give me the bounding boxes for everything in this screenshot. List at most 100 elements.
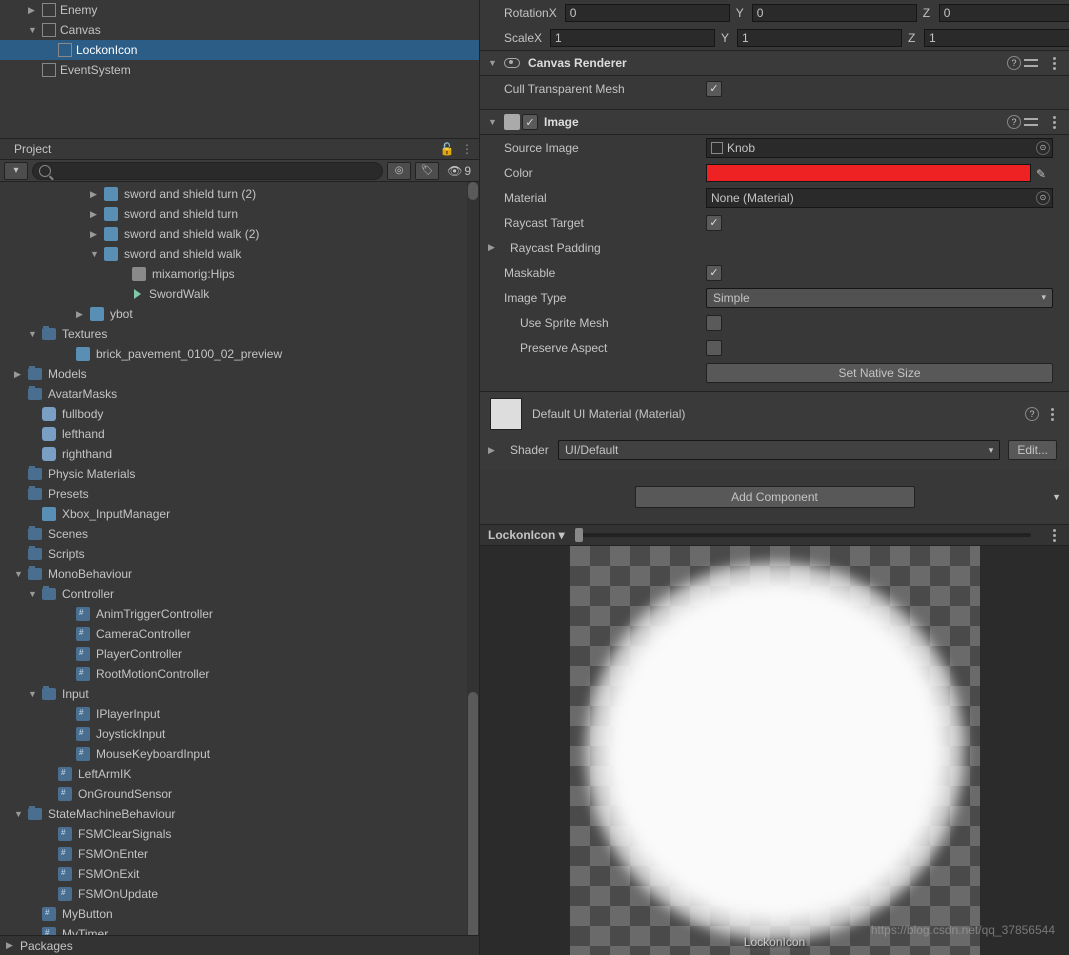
project-tree-item[interactable]: JoystickInput — [0, 724, 479, 744]
hierarchy-item[interactable]: ▶Enemy — [0, 0, 479, 20]
foldout-icon[interactable]: ▶ — [90, 229, 102, 240]
search-by-type-button[interactable]: ◎ — [387, 162, 411, 180]
preset-icon[interactable] — [1021, 54, 1041, 72]
preset-icon[interactable] — [1021, 113, 1041, 131]
add-component-button[interactable]: Add Component — [635, 486, 915, 508]
image-type-dropdown[interactable]: Simple — [706, 288, 1053, 308]
project-tree-item[interactable]: brick_pavement_0100_02_preview — [0, 344, 479, 364]
cull-transparent-checkbox[interactable] — [706, 81, 722, 97]
use-sprite-mesh-checkbox[interactable] — [706, 315, 722, 331]
color-field[interactable]: ✎ — [706, 164, 1031, 182]
project-tree-item[interactable]: ▼StateMachineBehaviour — [0, 804, 479, 824]
foldout-icon[interactable]: ▼ — [28, 329, 40, 339]
create-dropdown-button[interactable]: ▾ — [4, 162, 28, 180]
project-tree-item[interactable]: ▶sword and shield walk (2) — [0, 224, 479, 244]
lock-icon[interactable]: 🔓 — [439, 141, 455, 157]
help-icon[interactable]: ? — [1007, 56, 1021, 70]
project-tree-item[interactable]: lefthand — [0, 424, 479, 444]
project-tree-item[interactable]: SwordWalk — [0, 284, 479, 304]
foldout-icon[interactable]: ▶ — [90, 189, 102, 200]
component-menu-icon[interactable] — [1047, 116, 1061, 129]
panel-menu-icon[interactable]: ⋮ — [459, 141, 475, 157]
raycast-target-checkbox[interactable] — [706, 215, 722, 231]
help-icon[interactable]: ? — [1007, 115, 1021, 129]
preserve-aspect-checkbox[interactable] — [706, 340, 722, 356]
project-tree[interactable]: ▶sword and shield turn (2)▶sword and shi… — [0, 182, 479, 935]
project-tree-item[interactable]: MyTimer — [0, 924, 479, 935]
project-tree-item[interactable]: LeftArmIK — [0, 764, 479, 784]
project-tree-item[interactable]: Scenes — [0, 524, 479, 544]
hierarchy-item[interactable]: ▼Canvas — [0, 20, 479, 40]
component-menu-icon[interactable] — [1047, 57, 1061, 70]
scale-y-input[interactable] — [737, 29, 902, 47]
foldout-icon[interactable]: ▼ — [14, 809, 26, 819]
foldout-icon[interactable]: ▶ — [488, 445, 500, 456]
foldout-icon[interactable]: ▼ — [14, 569, 26, 579]
foldout-icon[interactable]: ▶ — [76, 309, 88, 320]
rotation-z-input[interactable] — [939, 4, 1069, 22]
project-tree-item[interactable]: ▶sword and shield turn — [0, 204, 479, 224]
project-tree-item[interactable]: ▶ybot — [0, 304, 479, 324]
object-picker-icon[interactable]: ⊙ — [1036, 191, 1050, 205]
project-tree-item[interactable]: MyButton — [0, 904, 479, 924]
foldout-icon[interactable]: ▼ — [28, 589, 40, 599]
rotation-x-input[interactable] — [565, 4, 730, 22]
maskable-checkbox[interactable] — [706, 265, 722, 281]
chevron-down-icon[interactable]: ▼ — [1052, 492, 1061, 502]
set-native-size-button[interactable]: Set Native Size — [706, 363, 1053, 383]
image-component-header[interactable]: ▼ Image ? — [480, 109, 1069, 135]
project-tree-item[interactable]: ▶sword and shield turn (2) — [0, 184, 479, 204]
scrollbar-thumb[interactable] — [468, 692, 478, 935]
hierarchy-item[interactable]: LockonIcon — [0, 40, 479, 60]
project-tree-item[interactable]: PlayerController — [0, 644, 479, 664]
shader-dropdown[interactable]: UI/Default — [558, 440, 1000, 460]
foldout-icon[interactable]: ▶ — [14, 369, 26, 380]
scrollbar-thumb-top[interactable] — [468, 182, 478, 200]
project-tree-item[interactable]: OnGroundSensor — [0, 784, 479, 804]
scale-z-input[interactable] — [924, 29, 1069, 47]
project-tree-item[interactable]: Physic Materials — [0, 464, 479, 484]
project-tree-item[interactable]: ▼Textures — [0, 324, 479, 344]
project-tree-item[interactable]: FSMOnUpdate — [0, 884, 479, 904]
object-picker-icon[interactable]: ⊙ — [1036, 141, 1050, 155]
project-tree-item[interactable]: Scripts — [0, 544, 479, 564]
project-tree-item[interactable]: fullbody — [0, 404, 479, 424]
eyedropper-icon[interactable]: ✎ — [1032, 165, 1050, 183]
project-tree-item[interactable]: Xbox_InputManager — [0, 504, 479, 524]
foldout-icon[interactable]: ▶ — [90, 209, 102, 220]
canvas-renderer-header[interactable]: ▼ Canvas Renderer ? — [480, 50, 1069, 76]
project-tree-item[interactable]: ▶Models — [0, 364, 479, 384]
project-tree-item[interactable]: CameraController — [0, 624, 479, 644]
material-header[interactable]: Default UI Material (Material) ? — [480, 391, 1069, 436]
project-tree-item[interactable]: Presets — [0, 484, 479, 504]
project-tree-item[interactable]: MouseKeyboardInput — [0, 744, 479, 764]
preview-slider[interactable] — [575, 533, 1031, 537]
image-enabled-checkbox[interactable] — [522, 114, 538, 130]
scrollbar[interactable] — [467, 182, 479, 935]
project-search-input[interactable] — [32, 162, 383, 180]
preview-tab[interactable]: LockonIcon ▾ — [488, 528, 565, 542]
foldout-icon[interactable]: ▼ — [28, 25, 40, 35]
rotation-y-input[interactable] — [752, 4, 917, 22]
help-icon[interactable]: ? — [1025, 407, 1039, 421]
project-tree-item[interactable]: mixamorig:Hips — [0, 264, 479, 284]
project-tree-item[interactable]: AnimTriggerController — [0, 604, 479, 624]
project-tree-item[interactable]: FSMOnExit — [0, 864, 479, 884]
foldout-icon[interactable]: ▶ — [28, 5, 40, 16]
project-tree-item[interactable]: ▼sword and shield walk — [0, 244, 479, 264]
search-by-label-button[interactable]: 🏷 — [415, 162, 439, 180]
foldout-icon[interactable]: ▼ — [90, 249, 102, 259]
slider-thumb[interactable] — [575, 528, 583, 542]
shader-edit-button[interactable]: Edit... — [1008, 440, 1057, 460]
project-tab[interactable]: Project — [4, 140, 61, 158]
project-tree-item[interactable]: ▼MonoBehaviour — [0, 564, 479, 584]
foldout-icon[interactable]: ▼ — [488, 58, 500, 68]
component-menu-icon[interactable] — [1045, 408, 1059, 421]
foldout-icon[interactable]: ▼ — [28, 689, 40, 699]
project-tree-item[interactable]: righthand — [0, 444, 479, 464]
scale-x-input[interactable] — [550, 29, 715, 47]
preview-menu-icon[interactable] — [1047, 529, 1061, 542]
hierarchy-item[interactable]: EventSystem — [0, 60, 479, 80]
project-tree-item[interactable]: RootMotionController — [0, 664, 479, 684]
foldout-icon[interactable]: ▼ — [488, 117, 500, 127]
